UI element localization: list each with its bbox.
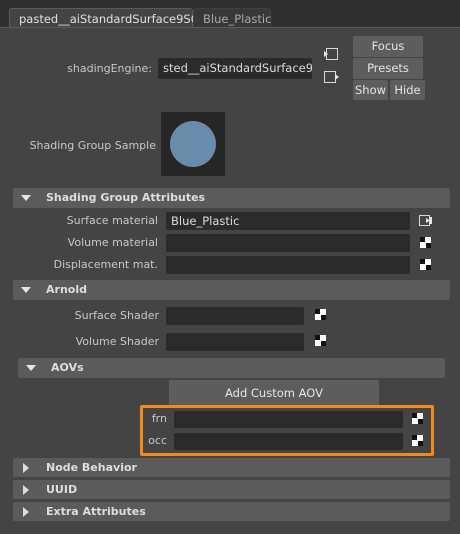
volume-shader-field[interactable] bbox=[166, 333, 304, 351]
collapse-arrow-icon bbox=[26, 365, 36, 371]
checker-map-icon[interactable] bbox=[315, 309, 326, 320]
aov-occ-label: occ bbox=[148, 434, 167, 447]
volume-material-label: Volume material bbox=[67, 236, 158, 249]
collapse-arrow-icon bbox=[21, 287, 31, 293]
volume-shader-label: Volume Shader bbox=[75, 335, 159, 348]
checker-map-icon[interactable] bbox=[412, 413, 423, 424]
surface-shader-field[interactable] bbox=[166, 307, 304, 325]
displacement-material-field[interactable] bbox=[166, 256, 410, 274]
section-arnold[interactable]: Arnold bbox=[13, 280, 450, 300]
expand-arrow-icon bbox=[23, 507, 29, 517]
checker-map-icon[interactable] bbox=[412, 435, 423, 446]
aov-frn-field[interactable] bbox=[174, 411, 403, 428]
expand-arrow-icon bbox=[23, 485, 29, 495]
checker-map-icon[interactable] bbox=[420, 259, 431, 270]
section-title: Node Behavior bbox=[46, 461, 137, 474]
section-extra-attributes[interactable]: Extra Attributes bbox=[13, 502, 450, 521]
input-connection-icon[interactable] bbox=[323, 46, 341, 62]
presets-button[interactable]: Presets bbox=[353, 58, 423, 79]
section-title: UUID bbox=[46, 483, 78, 496]
section-title: Extra Attributes bbox=[46, 505, 146, 518]
shading-group-sample-swatch bbox=[161, 112, 225, 176]
section-title: Shading Group Attributes bbox=[46, 191, 206, 204]
shading-group-sample-label: Shading Group Sample bbox=[29, 139, 156, 152]
section-title: AOVs bbox=[51, 361, 84, 374]
section-aovs[interactable]: AOVs bbox=[18, 358, 445, 378]
displacement-material-label: Displacement mat. bbox=[53, 258, 158, 271]
collapse-arrow-icon bbox=[21, 195, 31, 201]
output-connection-icon[interactable] bbox=[418, 213, 434, 229]
section-node-behavior[interactable]: Node Behavior bbox=[13, 458, 450, 477]
surface-material-label: Surface material bbox=[66, 214, 158, 227]
checker-map-icon[interactable] bbox=[420, 237, 431, 248]
shading-engine-label: shadingEngine: bbox=[67, 62, 152, 75]
tab-underline bbox=[0, 27, 460, 28]
hide-button[interactable]: Hide bbox=[390, 80, 425, 100]
section-shading-group-attributes[interactable]: Shading Group Attributes bbox=[13, 188, 450, 208]
surface-material-field[interactable]: Blue_Plastic bbox=[166, 212, 410, 230]
section-uuid[interactable]: UUID bbox=[13, 480, 450, 499]
checker-map-icon[interactable] bbox=[315, 335, 326, 346]
volume-material-field[interactable] bbox=[166, 234, 410, 252]
aov-frn-label: frn bbox=[151, 412, 167, 425]
output-connection-icon[interactable] bbox=[323, 69, 341, 85]
expand-arrow-icon bbox=[23, 463, 29, 473]
show-button[interactable]: Show bbox=[353, 80, 388, 100]
surface-shader-label: Surface Shader bbox=[74, 309, 159, 322]
focus-button[interactable]: Focus bbox=[353, 36, 423, 57]
add-custom-aov-button[interactable]: Add Custom AOV bbox=[169, 380, 379, 407]
shading-engine-field[interactable]: sted__aiStandardSurface9SG bbox=[158, 58, 312, 79]
section-title: Arnold bbox=[46, 283, 87, 296]
sample-sphere bbox=[170, 121, 216, 167]
tab-blue-plastic[interactable]: Blue_Plastic bbox=[193, 8, 271, 28]
aov-occ-field[interactable] bbox=[174, 433, 403, 450]
tab-shading-group[interactable]: pasted__aiStandardSurface9SG bbox=[9, 8, 200, 28]
